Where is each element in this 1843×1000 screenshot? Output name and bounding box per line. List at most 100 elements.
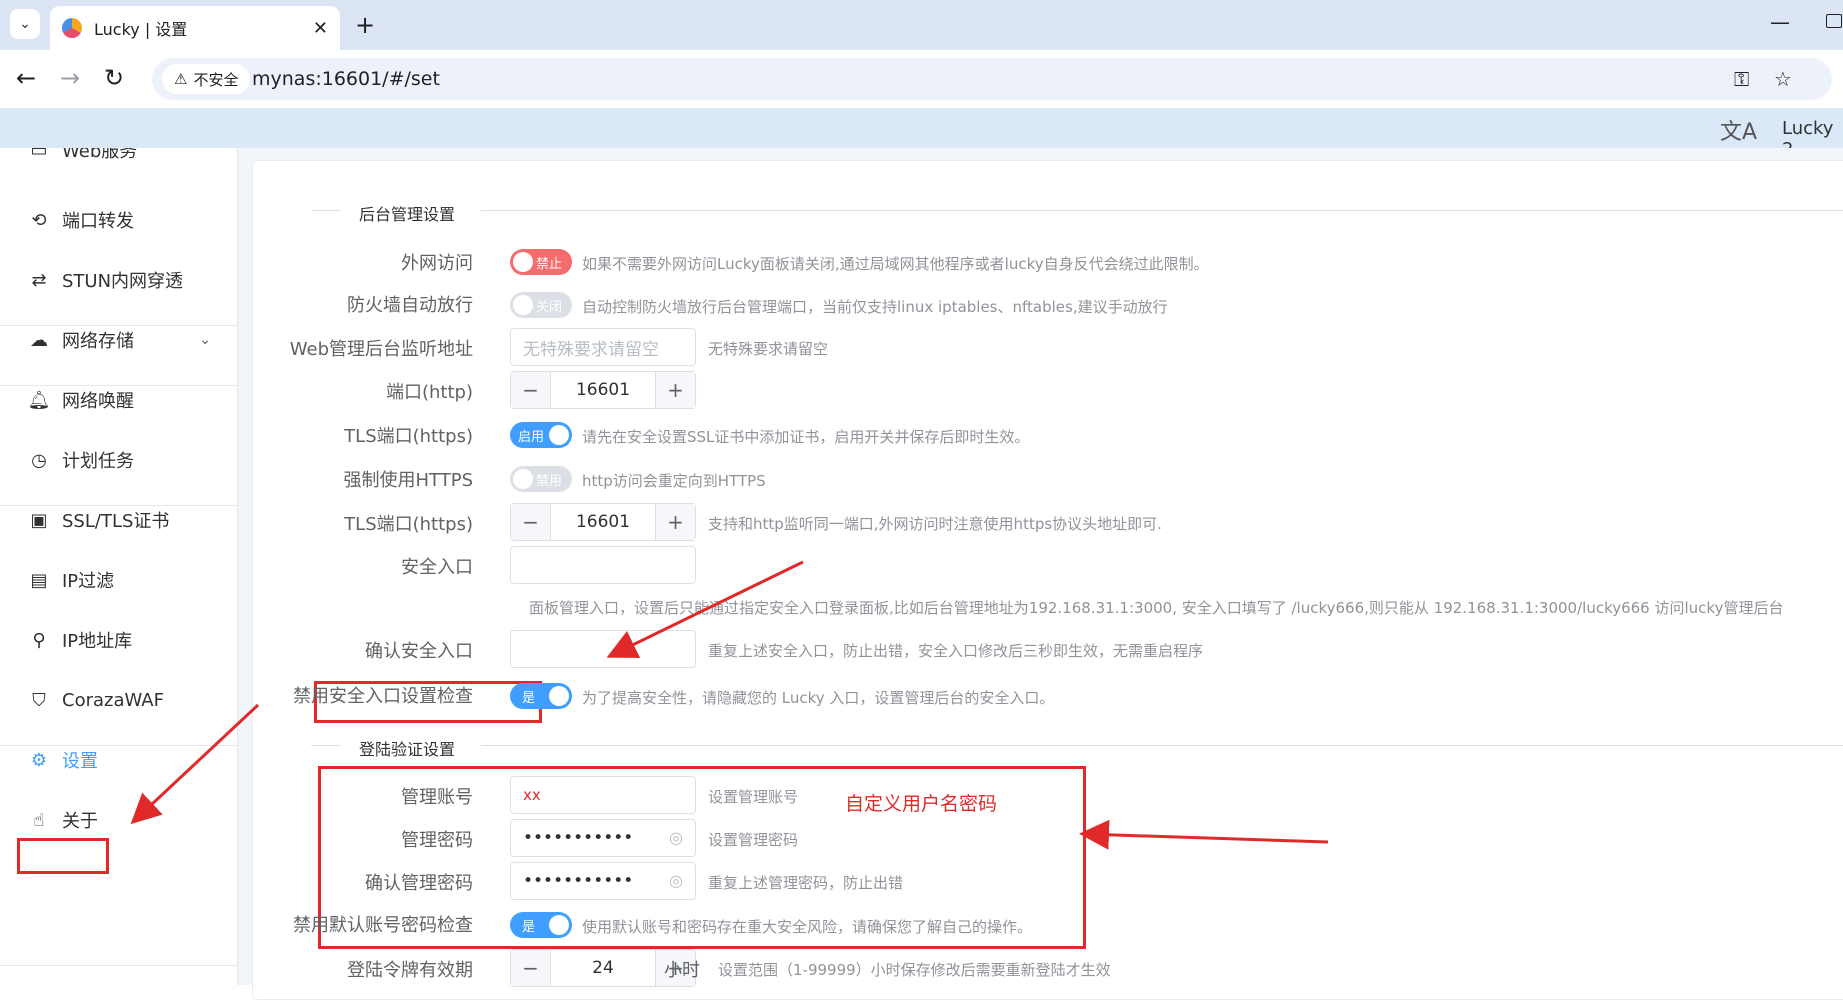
annotation-box-settings [17, 838, 109, 874]
tls-switch[interactable]: 启用 [510, 422, 572, 448]
label-tls-switch: TLS端口(https) [344, 426, 473, 447]
tls-port-stepper[interactable]: − 16601 + [510, 503, 696, 541]
sidebar-item-label: 网络唤醒 [62, 391, 134, 412]
switch-knob [549, 915, 569, 935]
stun-icon: ⇄ [31, 269, 47, 291]
port-forward-icon: ⟲ [31, 209, 47, 231]
clock-icon: ◷ [31, 449, 47, 471]
label-confirm-password: 确认管理密码 [365, 873, 473, 894]
section-title-login: 登陆验证设置 [359, 740, 456, 759]
app-header: 文A Lucky 2. [0, 108, 1843, 160]
switch-text: 关闭 [536, 300, 563, 315]
password-input[interactable]: ••••••••••• ◎ [510, 819, 696, 857]
hint-disable-entry-check: 为了提高安全性，请隐藏您的 Lucky 入口，设置管理后台的安全入口。 [582, 689, 1055, 707]
confirm-safe-entry-input[interactable] [510, 630, 696, 668]
warning-icon: ⚠ [174, 70, 188, 88]
key-icon[interactable]: ⚿ [1734, 67, 1749, 91]
increment-button[interactable]: + [655, 504, 695, 540]
label-disable-entry-check: 禁用安全入口设置检查 [293, 686, 473, 707]
maximize-button[interactable] [1826, 14, 1842, 28]
listen-addr-input[interactable]: 无特殊要求请留空 [510, 328, 696, 366]
external-access-switch[interactable]: 禁止 [510, 249, 572, 275]
sidebar-item-label: IP过滤 [62, 571, 115, 592]
browser-tab[interactable]: Lucky | 设置 ✕ [50, 6, 340, 50]
sidebar-item-label: CorazaWAF [62, 689, 164, 711]
tab-search-button[interactable]: ⌄ [10, 9, 40, 39]
label-safe-entry: 安全入口 [401, 557, 473, 578]
hint-force-https: http访问会重定向到HTTPS [582, 472, 766, 490]
disable-default-check-switch[interactable]: 是 [510, 912, 572, 938]
confirm-password-input[interactable]: ••••••••••• ◎ [510, 862, 696, 900]
main-content: 后台管理设置 外网访问 禁止 如果不需要外网访问Lucky面板请关闭,通过局域网… [238, 148, 1843, 1000]
reload-icon[interactable]: ↻ [104, 64, 124, 92]
minimize-button[interactable]: — [1770, 10, 1790, 34]
switch-text: 是 [522, 691, 536, 706]
security-chip[interactable]: ⚠ 不安全 [162, 64, 251, 94]
hint-safe-entry: 面板管理入口，设置后只能通过指定安全入口登录面板,比如后台管理地址为192.16… [529, 599, 1784, 617]
force-https-switch[interactable]: 禁用 [510, 466, 572, 492]
increment-button[interactable]: + [655, 372, 695, 408]
switch-text: 是 [522, 920, 536, 935]
label-firewall: 防火墙自动放行 [347, 295, 473, 316]
security-label: 不安全 [193, 70, 239, 89]
sidebar-item-label: IP地址库 [62, 631, 133, 652]
label-disable-default-check: 禁用默认账号密码检查 [293, 915, 473, 936]
stepper-value[interactable]: 16601 [551, 372, 655, 408]
hint-firewall: 自动控制防火墙放行后台管理端口，当前仅支持linux iptables、nfta… [582, 298, 1168, 316]
back-arrow-icon[interactable]: ← [16, 64, 36, 92]
token-unit-label: 小时 [664, 960, 700, 981]
label-confirm-safe-entry: 确认安全入口 [365, 641, 473, 662]
new-tab-button[interactable]: + [355, 11, 375, 39]
lucky-favicon-icon [62, 18, 82, 38]
firewall-switch[interactable]: 关闭 [510, 292, 572, 318]
section-divider [311, 210, 341, 211]
sidebar-item-label: 端口转发 [62, 211, 134, 232]
certificate-icon: ▣ [30, 509, 48, 531]
hint-password: 设置管理密码 [708, 831, 799, 849]
hint-listen-addr: 无特殊要求请留空 [708, 340, 829, 358]
bell-icon: 🔔︎ [27, 389, 51, 411]
label-external-access: 外网访问 [401, 253, 473, 274]
translate-icon[interactable]: 文A [1720, 114, 1757, 146]
label-listen-addr: Web管理后台监听地址 [289, 339, 473, 360]
sidebar-item-label: 计划任务 [62, 451, 134, 472]
disable-entry-check-switch[interactable]: 是 [510, 683, 572, 709]
decrement-button[interactable]: − [511, 504, 551, 540]
switch-knob [549, 425, 569, 445]
safe-entry-input[interactable] [510, 546, 696, 584]
switch-knob [513, 295, 533, 315]
gear-icon: ⚙ [30, 749, 48, 771]
shield-icon: ⛉ [32, 689, 46, 711]
http-port-stepper[interactable]: − 16601 + [510, 371, 696, 409]
section-divider [311, 745, 341, 746]
switch-text: 启用 [518, 430, 545, 445]
label-force-https: 强制使用HTTPS [343, 470, 474, 491]
hint-token-validity: 设置范围（1-99999）小时保存修改后需要重新登陆才生效 [718, 961, 1111, 979]
switch-knob [513, 252, 533, 272]
star-icon[interactable]: ☆ [1774, 67, 1792, 91]
password-value: ••••••••••• [523, 828, 634, 848]
sidebar-item-label: Web服务 [62, 148, 138, 162]
sidebar-item-web[interactable]: ▭ Web服务 [0, 148, 237, 185]
eye-off-icon[interactable]: ◎ [669, 828, 683, 847]
about-icon: ☝ [33, 809, 45, 831]
address-bar[interactable]: ⚠ 不安全 mynas:16601/#/set ⚿ ☆ [152, 58, 1832, 100]
decrement-button[interactable]: − [511, 372, 551, 408]
eye-off-icon[interactable]: ◎ [669, 871, 683, 890]
switch-knob [513, 469, 533, 489]
label-account: 管理账号 [401, 787, 473, 808]
sidebar-item-label: 设置 [62, 751, 98, 772]
section-divider [481, 745, 1843, 746]
switch-knob [549, 686, 569, 706]
stepper-value[interactable]: 16601 [551, 504, 655, 540]
label-password: 管理密码 [401, 830, 473, 851]
account-input[interactable]: xx [510, 776, 696, 814]
forward-arrow-icon[interactable]: → [60, 64, 80, 92]
sidebar-item-label: 网络存储 [62, 331, 134, 352]
sidebar-item-label: SSL/TLS证书 [62, 511, 170, 532]
url-text[interactable]: mynas:16601/#/set [252, 68, 440, 90]
chevron-down-icon: ⌄ [19, 16, 31, 32]
label-http-port: 端口(http) [386, 382, 473, 403]
switch-text: 禁用 [536, 474, 563, 489]
close-icon[interactable]: ✕ [313, 18, 328, 39]
